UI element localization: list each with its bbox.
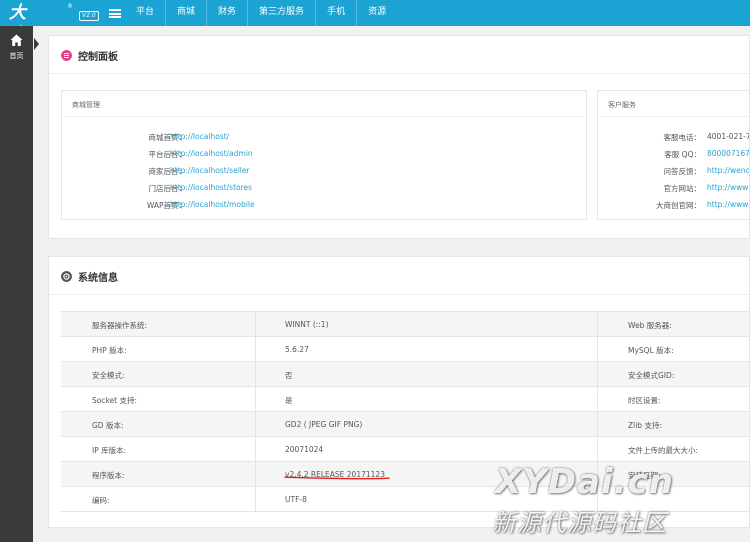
mall-row-admin: 平台后台： http://localhost/admin	[62, 149, 588, 161]
row-value: 5.6.27	[285, 345, 309, 354]
table-row: PHP 版本: 5.6.27 MySQL 版本:	[61, 337, 749, 362]
row-label-2: MySQL 版本:	[628, 346, 674, 355]
service-row-website: 官方网站： http://www	[598, 183, 749, 195]
home-icon	[10, 34, 23, 46]
table-row: Socket 支持: 是 时区设置:	[61, 387, 749, 412]
mall-row-seller: 商家后台： http://localhost/seller	[62, 166, 588, 178]
watermark-text: XYDai.cn	[495, 462, 674, 502]
row-value: 20071024	[285, 445, 324, 454]
kv-link[interactable]: http://wenc	[707, 166, 749, 175]
row-value: UTF-8	[285, 495, 307, 504]
menu-toggle-icon[interactable]	[109, 9, 121, 18]
row-label-2: 安全模式GID:	[628, 371, 675, 380]
mall-box-header: 商城管理	[62, 91, 586, 117]
kv-link[interactable]: 800007167	[707, 149, 749, 158]
watermark-subtext: 新源代源码社区	[492, 509, 667, 537]
nav-item-resources[interactable]: 资源	[356, 0, 397, 26]
service-row-feedback: 问答反馈： http://wenc	[598, 166, 750, 178]
kv-label: 客服 QQ：	[664, 150, 701, 159]
nav-item-finance[interactable]: 财务	[206, 0, 247, 26]
mall-row-stores: 门店后台： http://localhost/stores	[62, 183, 588, 195]
main-nav: 平台 商城 财务 第三方服务 手机 资源	[125, 0, 397, 26]
kv-link[interactable]: http://localhost/stores	[170, 183, 252, 192]
row-label: PHP 版本:	[92, 346, 127, 355]
nav-item-mobile[interactable]: 手机	[315, 0, 356, 26]
row-value: WINNT (::1)	[285, 320, 329, 329]
nav-item-mall[interactable]: 商城	[165, 0, 206, 26]
mall-row-wap: WAP首页： http://localhost/mobile	[62, 200, 588, 212]
system-panel-header: 系统信息	[49, 257, 749, 295]
kv-link[interactable]: http://www	[707, 200, 748, 209]
row-value: GD2 ( JPEG GIF PNG)	[285, 420, 363, 429]
service-row-official: 大商创官网： http://www	[598, 200, 749, 212]
row-label-2: 时区设置:	[628, 396, 661, 405]
system-title: 系统信息	[78, 273, 118, 284]
row-label: Socket 支持:	[92, 396, 138, 405]
service-row-phone: 客服电话： 4001-021-7	[598, 132, 750, 144]
row-label-2: Web 服务器:	[628, 321, 672, 330]
version-underline-annotation	[284, 476, 390, 480]
row-label-2: 文件上传的最大大小:	[628, 446, 699, 455]
table-row: GD 版本: GD2 ( JPEG GIF PNG) Zlib 支持:	[61, 412, 749, 437]
row-label: IP 库版本:	[92, 446, 127, 455]
mall-management-box: 商城管理 商城首页： http://localhost/ 平台后台： http:…	[61, 90, 587, 220]
kv-link[interactable]: http://localhost/seller	[170, 166, 250, 175]
kv-label: 官方网站：	[663, 184, 702, 193]
kv-link[interactable]: http://localhost/mobile	[170, 200, 255, 209]
top-bar: 大商创 ® V2.0 平台 商城 财务 第三方服务 手机 资源	[0, 0, 750, 67]
service-box-header: 客户服务	[598, 91, 749, 117]
row-label: 程序版本:	[92, 471, 125, 480]
table-row: 安全模式: 否 安全模式GID:	[61, 362, 749, 387]
kv-link[interactable]: http://localhost/admin	[170, 149, 253, 158]
gear-icon	[61, 271, 72, 282]
row-value: 是	[285, 396, 293, 405]
kv-link[interactable]: http://www	[707, 183, 748, 192]
row-label: 安全模式:	[92, 371, 125, 380]
dashboard-panel: 控制面板 商城管理 商城首页： http://localhost/ 平台后台： …	[48, 35, 750, 239]
kv-label: 大商创官网：	[656, 201, 701, 210]
logo-registered-mark: ®	[67, 3, 73, 10]
service-box-title: 客户服务	[608, 101, 636, 109]
version-badge: V2.0	[79, 11, 99, 21]
kv-link[interactable]: http://localhost/	[170, 132, 229, 141]
dashboard-panel-header: 控制面板	[49, 36, 749, 74]
row-label: 编码:	[92, 496, 110, 505]
mall-row-home: 商城首页： http://localhost/	[62, 132, 588, 144]
table-row: IP 库版本: 20071024 文件上传的最大大小:	[61, 437, 749, 462]
kv-value: 4001-021-7	[707, 132, 750, 141]
table-row: 服务器操作系统: WINNT (::1) Web 服务器:	[61, 312, 749, 337]
nav-item-third-party[interactable]: 第三方服务	[247, 0, 315, 26]
list-icon	[61, 50, 72, 61]
customer-service-box: 客户服务 客服电话： 4001-021-7 客服 QQ： 800007167 问…	[597, 90, 750, 220]
row-label-2: Zlib 支持:	[628, 421, 662, 430]
kv-label: 问答反馈：	[663, 167, 702, 176]
sidebar-item-home[interactable]: 首页	[0, 32, 33, 64]
sidebar: 首页	[0, 26, 39, 542]
mall-box-title: 商城管理	[72, 101, 100, 109]
nav-item-platform[interactable]: 平台	[125, 0, 165, 26]
dashboard-title: 控制面板	[78, 52, 118, 63]
row-label: GD 版本:	[92, 421, 124, 430]
row-label: 服务器操作系统:	[92, 321, 148, 330]
sidebar-active-arrow	[34, 38, 39, 50]
row-value: 否	[285, 371, 293, 380]
sidebar-item-label: 首页	[9, 52, 24, 60]
service-row-qq: 客服 QQ： 800007167	[598, 149, 749, 161]
kv-label: 客服电话：	[663, 133, 702, 142]
